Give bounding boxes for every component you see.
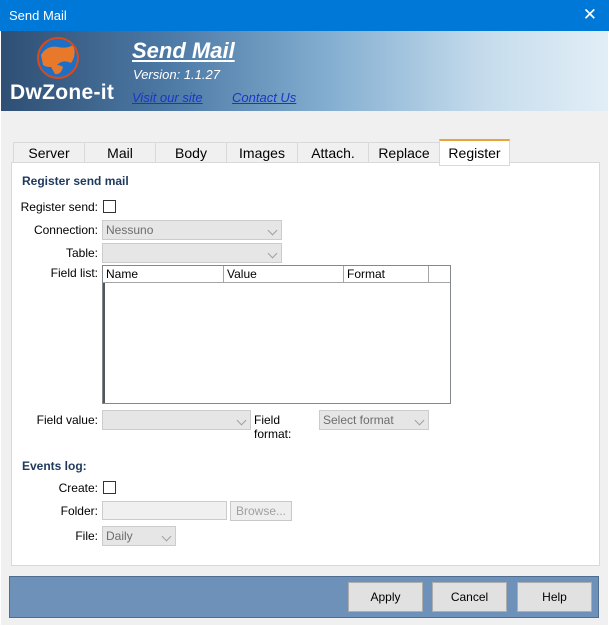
tab-server[interactable]: Server (13, 142, 85, 163)
apply-button[interactable]: Apply (348, 582, 423, 612)
title-bar: Send Mail ✕ (0, 0, 609, 31)
tab-attach[interactable]: Attach. (297, 142, 369, 163)
chevron-down-icon (267, 225, 278, 236)
chevron-down-icon (236, 415, 247, 426)
connection-value: Nessuno (106, 223, 154, 237)
folder-label: Folder: (60, 504, 98, 518)
close-icon[interactable]: ✕ (583, 5, 597, 25)
field-list-view[interactable]: Name Value Format (102, 265, 451, 404)
logo-text: DwZone-it (10, 81, 115, 104)
table-label: Table: (65, 246, 98, 260)
globe-logo-icon (37, 37, 79, 79)
list-left-border (103, 283, 105, 403)
file-select[interactable]: Daily (102, 526, 176, 546)
tab-register[interactable]: Register (439, 139, 510, 166)
field-format-value: Select format (323, 413, 394, 427)
tab-replace[interactable]: Replace (368, 142, 440, 163)
register-send-checkbox[interactable] (103, 200, 116, 213)
field-value-label: Field value: (36, 413, 98, 427)
tab-images[interactable]: Images (226, 142, 298, 163)
column-header-name[interactable]: Name (103, 266, 224, 283)
register-send-label: Register send: (20, 200, 98, 214)
version-label: Version: 1.1.27 (133, 67, 220, 82)
app-title: Send Mail (132, 38, 235, 63)
tab-body[interactable]: Body (155, 142, 227, 163)
field-format-select[interactable]: Select format (319, 410, 429, 430)
help-button[interactable]: Help (517, 582, 592, 612)
events-section-title: Events log: (22, 459, 87, 473)
field-format-label: Field format: (254, 413, 292, 441)
browse-button[interactable]: Browse... (230, 501, 292, 521)
field-value-select[interactable] (102, 410, 251, 430)
register-section-title: Register send mail (22, 174, 129, 188)
window-title: Send Mail (9, 8, 67, 23)
header-banner: DwZone-it Send Mail Version: 1.1.27 Visi… (1, 31, 608, 111)
table-select[interactable] (102, 243, 282, 263)
create-label: Create: (58, 481, 98, 495)
file-label: File: (75, 529, 98, 543)
chevron-down-icon (267, 248, 278, 259)
folder-input[interactable] (102, 501, 227, 520)
column-header-value[interactable]: Value (224, 266, 344, 283)
tab-mail[interactable]: Mail (84, 142, 156, 163)
column-header-format[interactable]: Format (344, 266, 429, 283)
file-value: Daily (106, 529, 133, 543)
footer-bar (9, 576, 599, 618)
connection-select[interactable]: Nessuno (102, 220, 282, 240)
chevron-down-icon (161, 531, 172, 542)
column-header-filler (429, 266, 450, 283)
create-checkbox[interactable] (103, 481, 116, 494)
visit-site-link[interactable]: Visit our site (132, 90, 203, 105)
field-list-label: Field list: (50, 266, 98, 280)
chevron-down-icon (414, 415, 425, 426)
contact-us-link[interactable]: Contact Us (232, 90, 296, 105)
connection-label: Connection: (33, 223, 98, 237)
cancel-button[interactable]: Cancel (432, 582, 507, 612)
